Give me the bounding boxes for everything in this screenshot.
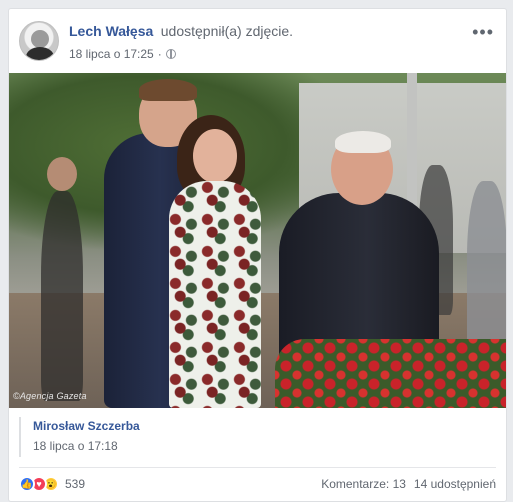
meta-separator: · bbox=[157, 47, 162, 61]
post-card: Lech Wałęsa udostępnił(a) zdjęcie. 18 li… bbox=[8, 8, 507, 502]
post-meta: 18 lipca o 17:25 · bbox=[69, 47, 293, 61]
shared-timestamp[interactable]: 18 lipca o 17:18 bbox=[33, 439, 498, 453]
more-options-icon[interactable]: ••• bbox=[472, 23, 494, 41]
photo-person-dress bbox=[169, 181, 261, 408]
post-timestamp[interactable]: 18 lipca o 17:25 bbox=[69, 47, 154, 61]
shared-from-block: Mirosław Szczerba 18 lipca o 17:18 bbox=[19, 417, 498, 457]
comments-count[interactable]: Komentarze: 13 bbox=[321, 477, 406, 491]
photo-person-hair bbox=[139, 79, 197, 101]
post-head-text: Lech Wałęsa udostępnił(a) zdjęcie. 18 li… bbox=[69, 23, 293, 61]
reactions-summary[interactable]: 👍 ♥ 😮 539 bbox=[19, 476, 85, 492]
footer-divider bbox=[19, 467, 496, 468]
post-action-text: udostępnił(a) zdjęcie. bbox=[160, 23, 294, 39]
author-name[interactable]: Lech Wałęsa bbox=[69, 23, 153, 39]
post-photo[interactable]: ©Agencja Gazeta bbox=[9, 73, 506, 408]
post-header: Lech Wałęsa udostępnił(a) zdjęcie. 18 li… bbox=[19, 21, 496, 69]
photo-person-face bbox=[193, 129, 237, 183]
photo-flowers bbox=[275, 339, 506, 408]
engagement-counts: Komentarze: 13 14 udostępnień bbox=[321, 477, 496, 491]
photo-watermark: ©Agencja Gazeta bbox=[13, 391, 87, 401]
shared-author[interactable]: Mirosław Szczerba bbox=[33, 419, 498, 433]
shares-count[interactable]: 14 udostępnień bbox=[414, 477, 496, 491]
photo-background-person bbox=[41, 191, 83, 401]
photo-background-person-head bbox=[47, 157, 77, 191]
globe-icon[interactable] bbox=[165, 49, 176, 59]
post-footer: 👍 ♥ 😮 539 Komentarze: 13 14 udostępnień bbox=[19, 472, 496, 496]
photo-person-hair bbox=[335, 131, 391, 153]
author-avatar[interactable] bbox=[19, 21, 59, 61]
like-icon: 👍 bbox=[19, 476, 35, 492]
reaction-count[interactable]: 539 bbox=[65, 477, 85, 491]
